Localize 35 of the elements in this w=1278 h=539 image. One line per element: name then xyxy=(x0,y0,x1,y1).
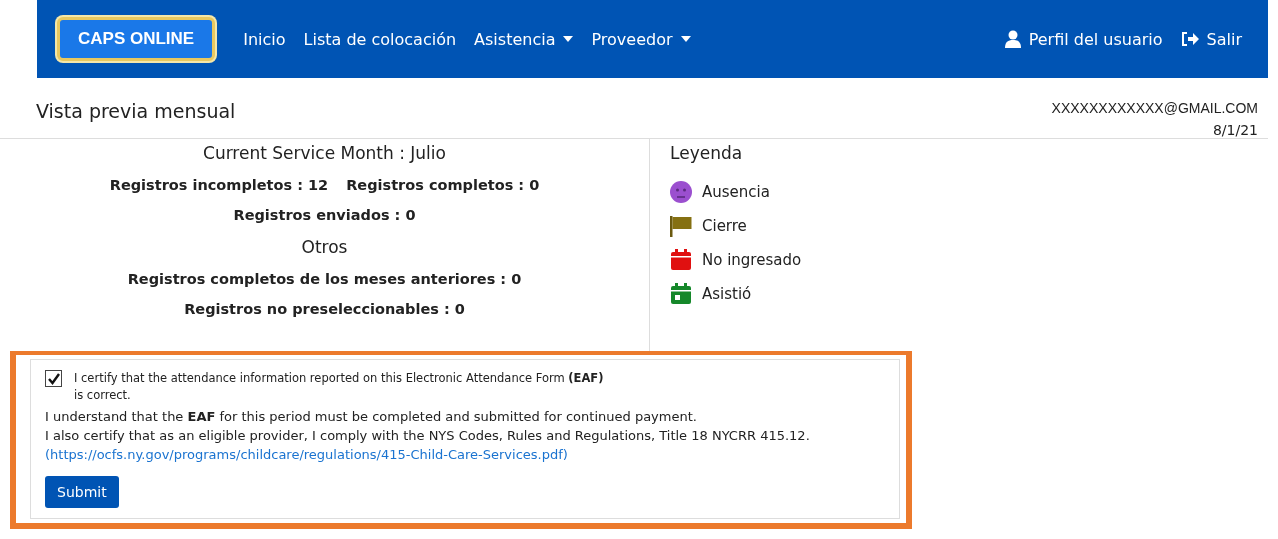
regulations-link[interactable]: (https://ocfs.ny.gov/programs/childcare/regulations/415-Child-Care-Services.pdf) xyxy=(45,446,885,462)
checkbox[interactable] xyxy=(45,370,62,387)
flag-icon xyxy=(670,215,692,237)
summary-heading: Current Service Month : Julio xyxy=(203,143,446,163)
summary-stat: Registros enviados : 0 xyxy=(233,207,416,223)
nav-dropdown[interactable]: Proveedor xyxy=(591,29,691,49)
calendar-icon xyxy=(670,249,692,271)
certification-text: I understand that the EAF for this period must be completed and submitted for continued payment. xyxy=(45,408,698,424)
summary-heading: Otros xyxy=(301,237,348,257)
caret-icon xyxy=(563,36,574,42)
nav-link[interactable]: Inicio xyxy=(243,29,286,49)
legend-label: Asistió xyxy=(702,285,752,303)
certification-statement: I certify that the attendance information reported on this Electronic Attendance Form (EAF) is correct. xyxy=(74,370,605,405)
logo[interactable]: CAPS ONLINE xyxy=(57,17,216,61)
submit-button[interactable]: Submit xyxy=(45,475,119,508)
caret-icon xyxy=(680,36,691,42)
legend-label: Ausencia xyxy=(702,183,770,201)
nav-link[interactable]: Perfil del usuario xyxy=(1004,29,1163,49)
date-text: 8/1/21 xyxy=(1212,122,1258,138)
page-title: Vista previa mensual xyxy=(36,100,236,124)
summary-stat: Registros completos de los meses anteriores : 0 xyxy=(127,271,522,287)
legend-label: No ingresado xyxy=(702,251,802,269)
calendar-check-icon xyxy=(670,283,692,305)
nav-dropdown[interactable]: Asistencia xyxy=(474,29,574,49)
user-icon xyxy=(1004,30,1021,48)
account-email: XXXXXXXXXXXX@GMAIL.COM xyxy=(1051,100,1258,116)
legend-title: Leyenda xyxy=(670,143,744,163)
legend-label: Cierre xyxy=(702,217,747,235)
certification-text: I also certify that as an eligible provider, I comply with the NYS Codes, Rules and Regulations, Title 18 NYCRR 415.12. xyxy=(45,427,811,443)
summary-stat: Registros completos : 0 xyxy=(346,177,540,193)
summary-stat: Registros no preseleccionables : 0 xyxy=(184,301,465,317)
summary-stat: Registros incompletos : 12 xyxy=(109,177,329,193)
nav-link[interactable]: Salir xyxy=(1180,29,1242,49)
nav-link[interactable]: Lista de colocación xyxy=(303,29,457,49)
logout-icon xyxy=(1180,32,1199,46)
